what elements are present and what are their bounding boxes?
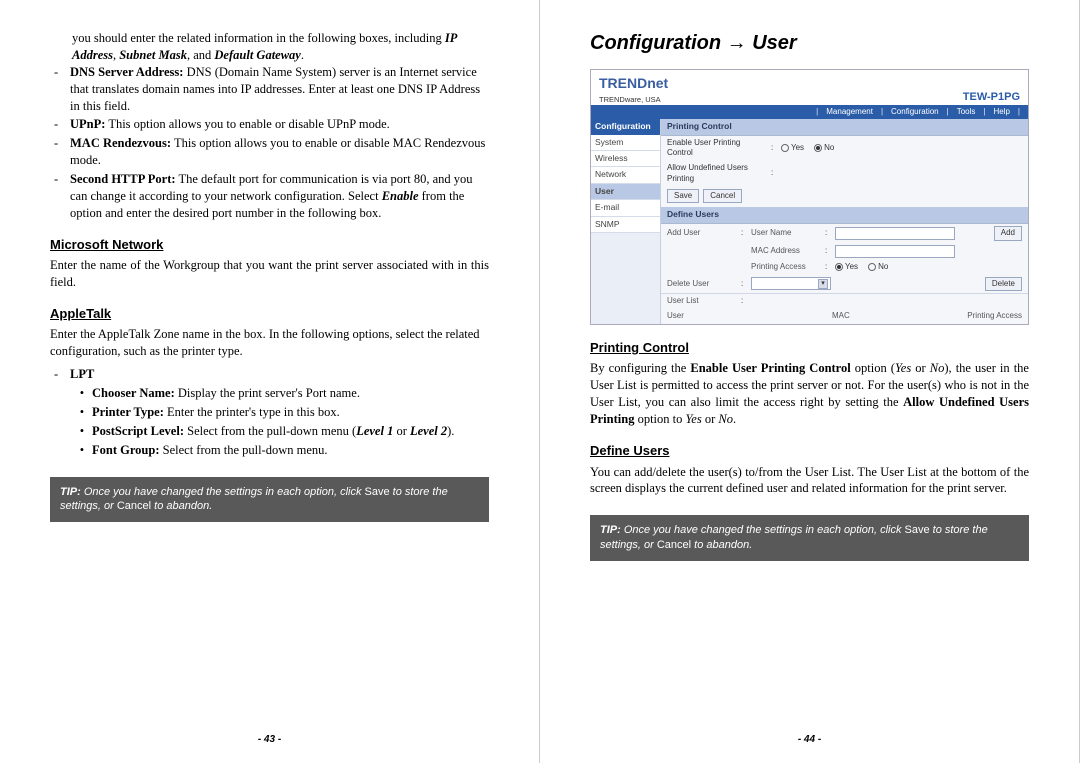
sidebar-item-user[interactable]: User	[591, 184, 660, 200]
brand-subtitle: TRENDware, USA	[599, 95, 661, 104]
label-add-user: Add User	[667, 228, 737, 239]
heading-define-users: Define Users	[590, 442, 1029, 460]
brand-logo: TRENDnet	[599, 74, 668, 93]
nav-help[interactable]: Help	[991, 107, 1011, 118]
bullet-chooser-name: • Chooser Name: Display the print server…	[50, 385, 489, 402]
sidebar-heading: Configuration	[591, 119, 660, 134]
sidebar-item-wireless[interactable]: Wireless	[591, 151, 660, 167]
label-printing-access: Printing Access	[751, 262, 821, 273]
col-user: User	[667, 311, 832, 322]
main-panel: Printing Control Enable User Printing Co…	[661, 119, 1028, 324]
label-enable-upc: Enable User Printing Control	[667, 138, 767, 160]
bullet-printer-type: • Printer Type: Enter the printer's type…	[50, 404, 489, 421]
add-button[interactable]: Add	[994, 226, 1022, 241]
nav-management[interactable]: Management	[824, 107, 875, 118]
heading-appletalk: AppleTalk	[50, 305, 489, 323]
bullet-postscript-level: • PostScript Level: Select from the pull…	[50, 423, 489, 440]
heading-printing-control: Printing Control	[590, 339, 1029, 357]
mac-address-input[interactable]	[835, 245, 955, 258]
bullet-lpt: - LPT	[50, 366, 489, 383]
para-define-users: You can add/delete the user(s) to/from t…	[590, 464, 1029, 498]
config-screenshot: TRENDnet TRENDware, USA TEW-P1PG |Manage…	[590, 69, 1029, 325]
col-mac: MAC	[832, 311, 942, 322]
radio-access-yes[interactable]: Yes	[835, 262, 858, 273]
page-number-44: - 44 -	[540, 734, 1079, 745]
user-name-input[interactable]	[835, 227, 955, 240]
radio-enable-no[interactable]: No	[814, 143, 834, 154]
chevron-down-icon: ▾	[818, 279, 828, 289]
page-number-43: - 43 -	[0, 734, 539, 745]
tip-box-left: TIP: Once you have changed the settings …	[50, 477, 489, 523]
cancel-button[interactable]: Cancel	[703, 189, 742, 204]
tip-box-right: TIP: Once you have changed the settings …	[590, 515, 1029, 561]
label-mac-address: MAC Address	[751, 246, 821, 257]
bullet-dns: - DNS Server Address: DNS (Domain Name S…	[50, 64, 489, 115]
para-printing-control: By configuring the Enable User Printing …	[590, 360, 1029, 428]
page-43: you should enter the related information…	[0, 0, 540, 763]
bullet-second-http: - Second HTTP Port: The default port for…	[50, 171, 489, 222]
label-delete-user: Delete User	[667, 279, 737, 290]
para-ip-boxes: you should enter the related information…	[50, 30, 489, 64]
delete-button[interactable]: Delete	[985, 277, 1022, 292]
label-user-list: User List	[667, 296, 737, 307]
top-nav: |Management |Configuration |Tools |Help …	[591, 105, 1028, 119]
radio-enable-yes[interactable]: Yes	[781, 143, 804, 154]
sidebar-item-network[interactable]: Network	[591, 167, 660, 183]
nav-configuration[interactable]: Configuration	[889, 107, 941, 118]
page-title-config-user: Configuration → User	[590, 30, 1029, 57]
label-user-name: User Name	[751, 228, 821, 239]
page-44-content: Configuration → User TRENDnet TRENDware,…	[590, 30, 1029, 743]
sidebar-item-snmp[interactable]: SNMP	[591, 217, 660, 233]
col-printing-access: Printing Access	[942, 311, 1022, 322]
sidebar-item-email[interactable]: E-mail	[591, 200, 660, 216]
bullet-mac-rendezvous: - MAC Rendezvous: This option allows you…	[50, 135, 489, 169]
sidebar-item-system[interactable]: System	[591, 135, 660, 151]
radio-access-no[interactable]: No	[868, 262, 888, 273]
save-button[interactable]: Save	[667, 189, 699, 204]
page-44: Configuration → User TRENDnet TRENDware,…	[540, 0, 1080, 763]
delete-user-select[interactable]: ▾	[751, 277, 831, 290]
section-printing-control: Printing Control	[661, 119, 1028, 135]
section-define-users: Define Users	[661, 207, 1028, 223]
label-allow-undefined: Allow Undefined Users Printing	[667, 163, 767, 185]
nav-tools[interactable]: Tools	[955, 107, 978, 118]
heading-microsoft-network: Microsoft Network	[50, 236, 489, 254]
sidebar: Configuration System Wireless Network Us…	[591, 119, 661, 324]
user-list-header: User MAC Printing Access	[661, 309, 1028, 324]
device-model: TEW-P1PG	[963, 90, 1020, 105]
para-microsoft-network: Enter the name of the Workgroup that you…	[50, 257, 489, 291]
bullet-upnp: - UPnP: This option allows you to enable…	[50, 116, 489, 133]
para-appletalk: Enter the AppleTalk Zone name in the box…	[50, 326, 489, 360]
bullet-font-group: • Font Group: Select from the pull-down …	[50, 442, 489, 459]
page-43-content: you should enter the related information…	[50, 30, 489, 743]
